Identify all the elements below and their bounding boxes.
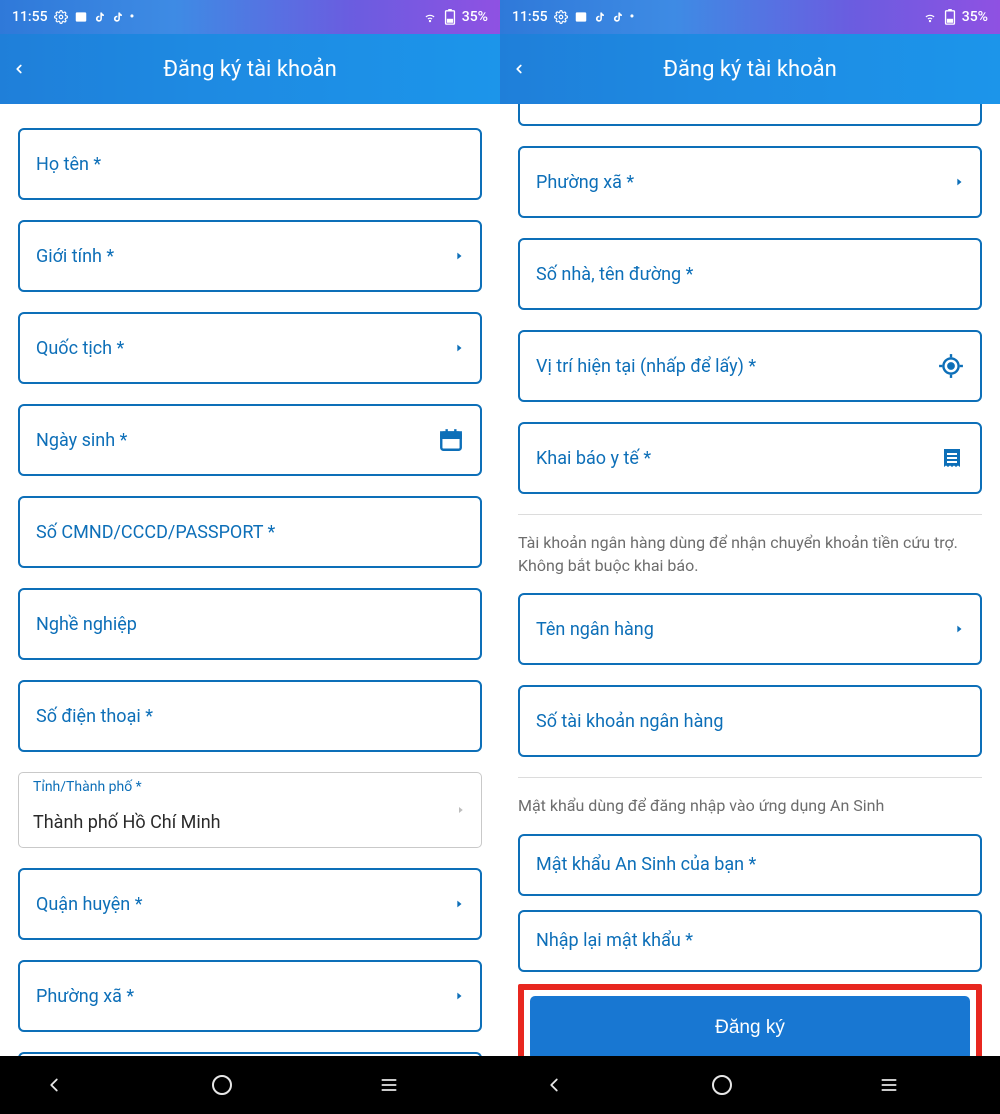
nav-recents-button[interactable] bbox=[877, 1075, 957, 1095]
gear-icon bbox=[54, 10, 68, 24]
battery-icon bbox=[944, 9, 956, 25]
field-value: Thành phố Hồ Chí Minh bbox=[33, 812, 221, 833]
news-icon bbox=[74, 10, 88, 24]
nav-home-button[interactable] bbox=[210, 1073, 290, 1097]
page-title: Đăng ký tài khoản bbox=[12, 57, 488, 82]
phone-field[interactable]: Số điện thoại * bbox=[18, 680, 482, 752]
chevron-right-icon bbox=[954, 174, 964, 190]
field-float-label: Tỉnh/Thành phố * bbox=[33, 779, 142, 795]
app-bar: Đăng ký tài khoản bbox=[500, 34, 1000, 104]
job-field[interactable]: Nghề nghiệp bbox=[18, 588, 482, 660]
section-divider bbox=[518, 777, 982, 778]
nav-back-button[interactable] bbox=[43, 1074, 123, 1096]
nav-back-button[interactable] bbox=[543, 1074, 623, 1096]
current-location-field[interactable]: Vị trí hiện tại (nhấp để lấy) * bbox=[518, 330, 982, 402]
chevron-right-icon bbox=[454, 896, 464, 912]
nav-home-button[interactable] bbox=[710, 1073, 790, 1097]
prev-field-peek[interactable] bbox=[518, 104, 982, 126]
field-label: Tên ngân hàng bbox=[536, 619, 954, 640]
submit-button[interactable]: Đăng ký bbox=[530, 996, 970, 1056]
crosshair-icon bbox=[938, 353, 964, 379]
status-battery-percent: 35% bbox=[462, 9, 488, 25]
tiktok-icon bbox=[112, 10, 124, 24]
wifi-icon bbox=[922, 10, 938, 24]
field-label: Số CMND/CCCD/PASSPORT * bbox=[36, 522, 464, 543]
chevron-right-icon bbox=[454, 248, 464, 264]
bank-help-text: Tài khoản ngân hàng dùng để nhận chuyển … bbox=[518, 531, 982, 577]
field-label: Khai báo y tế * bbox=[536, 448, 940, 469]
field-label: Vị trí hiện tại (nhấp để lấy) * bbox=[536, 356, 938, 377]
password-field[interactable]: Mật khẩu An Sinh của bạn * bbox=[518, 834, 982, 896]
dob-field[interactable]: Ngày sinh * bbox=[18, 404, 482, 476]
calendar-icon bbox=[438, 427, 464, 453]
chevron-right-icon bbox=[454, 340, 464, 356]
field-label: Quốc tịch * bbox=[36, 338, 454, 359]
receipt-icon bbox=[940, 446, 964, 470]
status-bar: 11:55 • 35% bbox=[0, 0, 500, 34]
status-battery-percent: 35% bbox=[962, 9, 988, 25]
dot-icon: • bbox=[130, 9, 135, 25]
phone-screen-left: 11:55 • 35% Đăng ký tài khoản bbox=[0, 0, 500, 1114]
address-field[interactable]: Số nhà, tên đường * bbox=[518, 238, 982, 310]
chevron-right-icon bbox=[456, 803, 465, 817]
district-field[interactable]: Quận huyện * bbox=[18, 868, 482, 940]
bank-account-field[interactable]: Số tài khoản ngân hàng bbox=[518, 685, 982, 757]
field-label: Nhập lại mật khẩu * bbox=[536, 930, 964, 951]
battery-icon bbox=[444, 9, 456, 25]
wifi-icon bbox=[422, 10, 438, 24]
nationality-field[interactable]: Quốc tịch * bbox=[18, 312, 482, 384]
app-bar: Đăng ký tài khoản bbox=[0, 34, 500, 104]
password-help-text: Mật khẩu dùng để đăng nhập vào ứng dụng … bbox=[518, 794, 982, 817]
field-label: Mật khẩu An Sinh của bạn * bbox=[536, 854, 964, 875]
fullname-field[interactable]: Họ tên * bbox=[18, 128, 482, 200]
news-icon bbox=[574, 10, 588, 24]
tiktok-icon bbox=[594, 10, 606, 24]
section-divider bbox=[518, 514, 982, 515]
status-time: 11:55 bbox=[512, 9, 548, 25]
field-label: Phường xã * bbox=[36, 986, 454, 1007]
field-label: Ngày sinh * bbox=[36, 430, 438, 451]
tiktok-icon bbox=[94, 10, 106, 24]
gear-icon bbox=[554, 10, 568, 24]
field-label: Giới tính * bbox=[36, 246, 454, 267]
nav-recents-button[interactable] bbox=[377, 1075, 457, 1095]
status-time: 11:55 bbox=[12, 9, 48, 25]
ward-field[interactable]: Phường xã * bbox=[518, 146, 982, 218]
password-confirm-field[interactable]: Nhập lại mật khẩu * bbox=[518, 910, 982, 972]
field-label: Phường xã * bbox=[536, 172, 954, 193]
ward-field[interactable]: Phường xã * bbox=[18, 960, 482, 1032]
chevron-right-icon bbox=[954, 621, 964, 637]
form-scroll-area[interactable]: Phường xã * Số nhà, tên đường * Vị trí h… bbox=[500, 104, 1000, 1056]
form-scroll-area[interactable]: Họ tên * Giới tính * Quốc tịch * Ngày si… bbox=[0, 104, 500, 1056]
field-label: Nghề nghiệp bbox=[36, 614, 464, 635]
gender-field[interactable]: Giới tính * bbox=[18, 220, 482, 292]
android-nav-bar bbox=[500, 1056, 1000, 1114]
field-label: Họ tên * bbox=[36, 154, 464, 175]
page-title: Đăng ký tài khoản bbox=[512, 57, 988, 82]
field-label: Số nhà, tên đường * bbox=[536, 264, 964, 285]
idnumber-field[interactable]: Số CMND/CCCD/PASSPORT * bbox=[18, 496, 482, 568]
field-label: Quận huyện * bbox=[36, 894, 454, 915]
health-declaration-field[interactable]: Khai báo y tế * bbox=[518, 422, 982, 494]
submit-highlight-frame: Đăng ký bbox=[518, 984, 982, 1056]
phone-screen-right: 11:55 • 35% Đăng ký tài khoản bbox=[500, 0, 1000, 1114]
dot-icon: • bbox=[630, 9, 635, 25]
android-nav-bar bbox=[0, 1056, 500, 1114]
field-label: Số điện thoại * bbox=[36, 706, 464, 727]
province-field[interactable]: Tỉnh/Thành phố * Thành phố Hồ Chí Minh bbox=[18, 772, 482, 848]
status-bar: 11:55 • 35% bbox=[500, 0, 1000, 34]
tiktok-icon bbox=[612, 10, 624, 24]
chevron-right-icon bbox=[454, 988, 464, 1004]
bank-name-field[interactable]: Tên ngân hàng bbox=[518, 593, 982, 665]
field-label: Số tài khoản ngân hàng bbox=[536, 711, 964, 732]
